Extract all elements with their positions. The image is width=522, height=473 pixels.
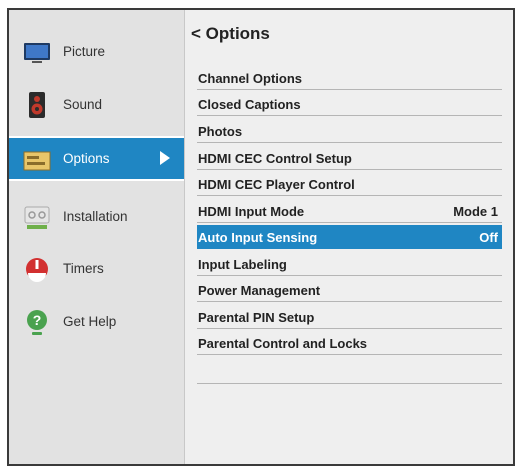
menu-item-label: Closed Captions [198, 97, 301, 112]
menu-item-label: Power Management [198, 283, 321, 298]
sidebar-item-sound[interactable]: Sound [9, 82, 184, 127]
menu-item-auto-input-sensing[interactable]: Auto Input Sensing Off [197, 225, 502, 249]
menu-item-value: Mode 1 [453, 204, 498, 219]
settings-frame: Picture Sound Options Installation Timer… [7, 8, 515, 466]
menu-item-label: Channel Options [198, 71, 302, 86]
installation-icon [24, 206, 50, 229]
page-title: < Options [191, 24, 270, 44]
menu-item-label: HDMI CEC Control Setup [198, 151, 352, 166]
sidebar-item-label: Timers [63, 261, 104, 276]
sidebar-item-options[interactable]: Options [9, 136, 184, 181]
menu-item-value: Off [479, 230, 498, 245]
menu-item-label: Parental PIN Setup [198, 310, 315, 325]
sidebar-item-label: Sound [63, 97, 103, 112]
menu-item-hdmi-input-mode[interactable]: HDMI Input Mode Mode 1 [197, 199, 502, 223]
back-icon[interactable]: < [191, 24, 201, 43]
sidebar-item-timers[interactable]: Timers [9, 246, 184, 291]
sidebar-item-picture[interactable]: Picture [9, 29, 184, 74]
menu-item-power-management[interactable]: Power Management [197, 278, 502, 302]
menu-item-hdmi-cec-player-control[interactable]: HDMI CEC Player Control [197, 172, 502, 196]
sidebar-item-label: Options [63, 151, 110, 166]
chevron-right-icon [160, 151, 170, 165]
menu-item-label: Auto Input Sensing [198, 230, 318, 245]
sidebar-item-label: Installation [63, 209, 128, 224]
menu-item-label: Photos [198, 124, 243, 139]
menu-item-closed-captions[interactable]: Closed Captions [197, 92, 502, 116]
menu-item-label: Parental Control and Locks [198, 336, 368, 351]
tv-settings-screen: Picture Sound Options Installation Timer… [0, 0, 522, 473]
menu-item-input-labeling[interactable]: Input Labeling [197, 252, 502, 276]
options-panel: < Options Channel Options Closed Caption… [185, 10, 513, 464]
menu-item-label: HDMI Input Mode [198, 204, 305, 219]
menu-item-label: Input Labeling [198, 257, 287, 272]
menu-item-parental-control-and-locks[interactable]: Parental Control and Locks [197, 331, 502, 355]
menu-item-hdmi-cec-control-setup[interactable]: HDMI CEC Control Setup [197, 146, 502, 170]
sidebar-item-label: Get Help [63, 314, 117, 329]
sidebar-item-get-help[interactable]: ? Get Help [9, 299, 184, 344]
help-icon: ? [27, 310, 47, 335]
page-title-text: Options [205, 24, 270, 43]
divider [197, 383, 502, 384]
timer-icon [26, 258, 48, 282]
speaker-icon [29, 92, 45, 118]
tv-icon [24, 43, 50, 63]
menu-item-parental-pin-setup[interactable]: Parental PIN Setup [197, 305, 502, 329]
sidebar: Picture Sound Options Installation Timer… [9, 10, 185, 464]
sidebar-item-installation[interactable]: Installation [9, 194, 184, 239]
sidebar-item-label: Picture [63, 44, 106, 59]
menu-item-photos[interactable]: Photos [197, 119, 502, 143]
options-icon [23, 151, 51, 171]
menu-item-channel-options[interactable]: Channel Options [197, 66, 502, 90]
svg-text:?: ? [33, 312, 42, 328]
menu-item-label: HDMI CEC Player Control [198, 177, 355, 192]
